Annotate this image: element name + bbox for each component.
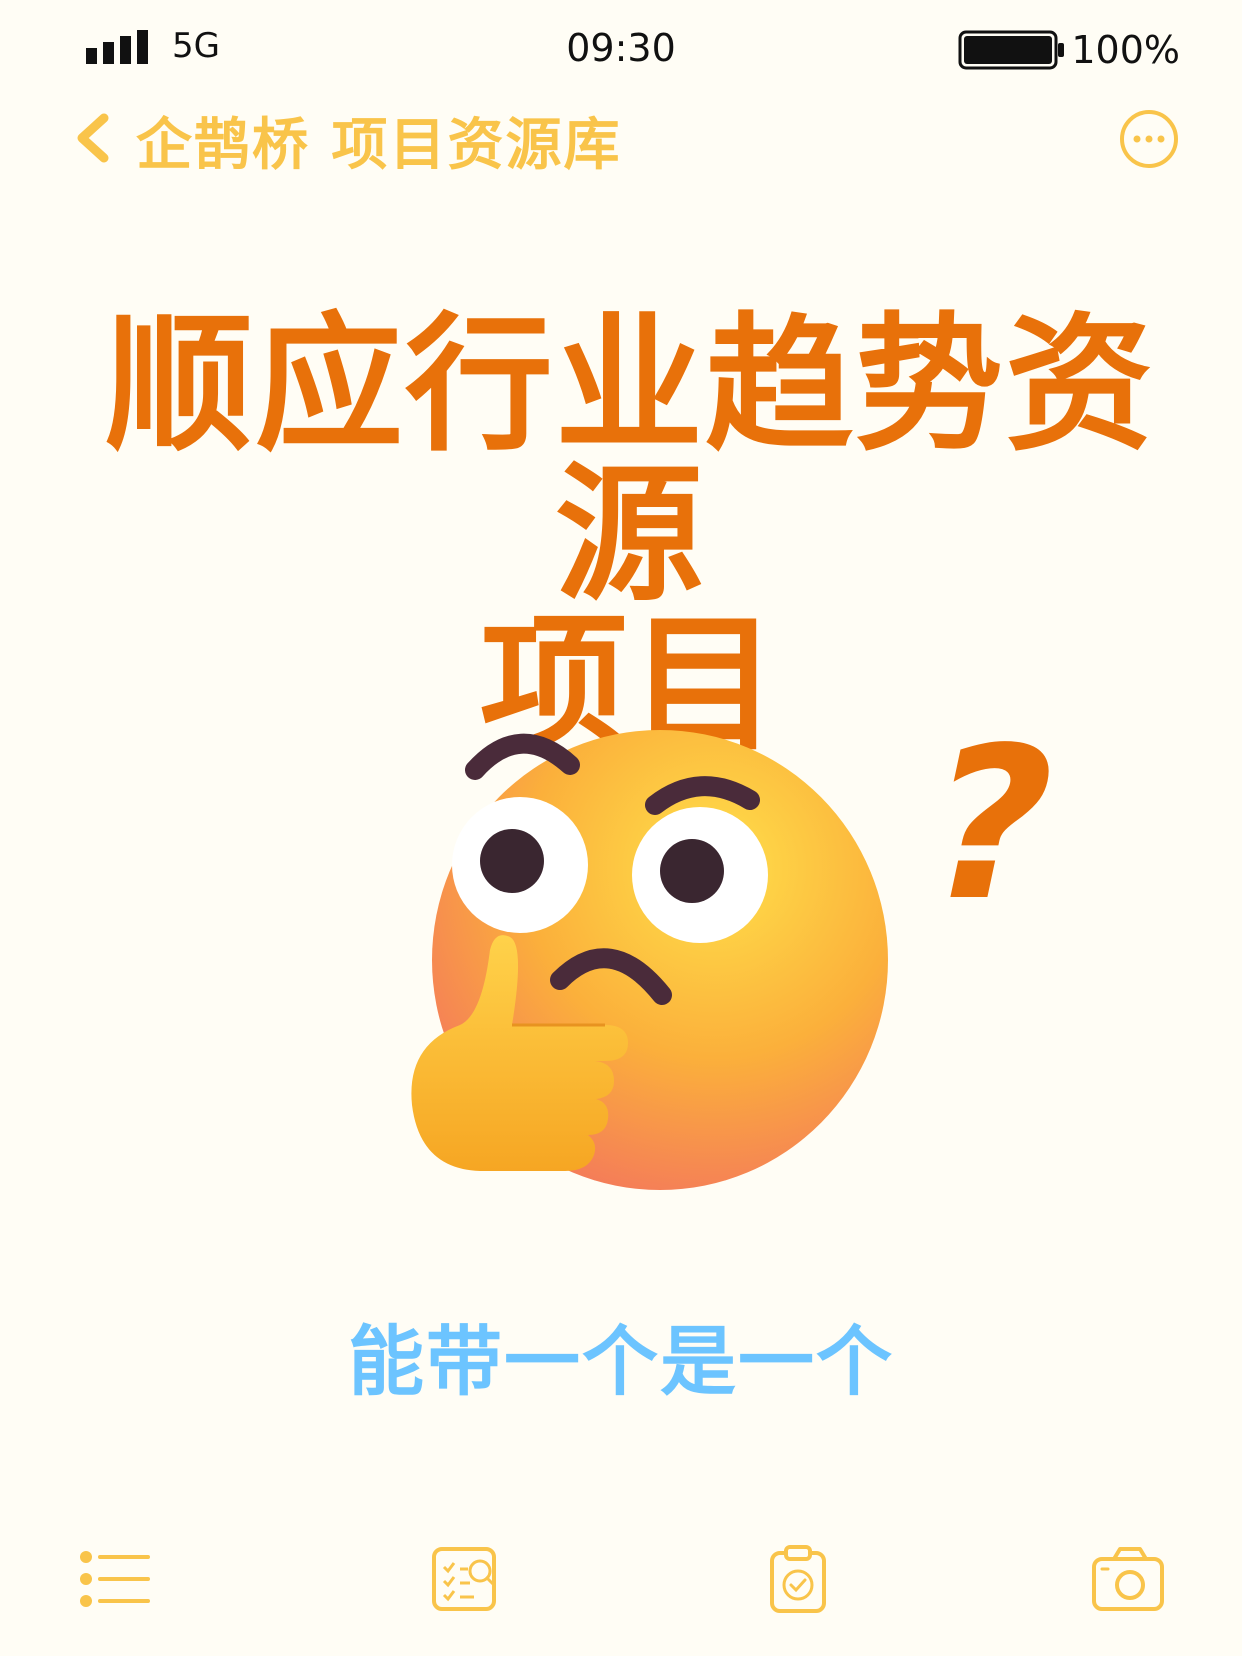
- status-bar: 5G 09:30 100%: [0, 0, 1242, 100]
- more-button[interactable]: [1118, 108, 1180, 170]
- battery-icon: [958, 30, 1064, 70]
- list-icon[interactable]: [78, 1545, 150, 1613]
- thinking-face-icon: [411, 730, 888, 1190]
- headline: 顺应行业趋势资源 项目: [40, 310, 1220, 760]
- battery-percent: 100%: [1071, 28, 1180, 72]
- camera-icon[interactable]: [1092, 1545, 1164, 1613]
- checklist-search-icon[interactable]: [430, 1545, 502, 1613]
- subtitle: 能带一个是一个: [348, 1317, 894, 1406]
- back-button[interactable]: [70, 112, 114, 164]
- nav-title: 企鹊桥 项目资源库: [136, 113, 622, 178]
- clipboard-check-icon[interactable]: [762, 1545, 834, 1613]
- headline-line-1: 顺应行业趋势资源: [105, 299, 1155, 621]
